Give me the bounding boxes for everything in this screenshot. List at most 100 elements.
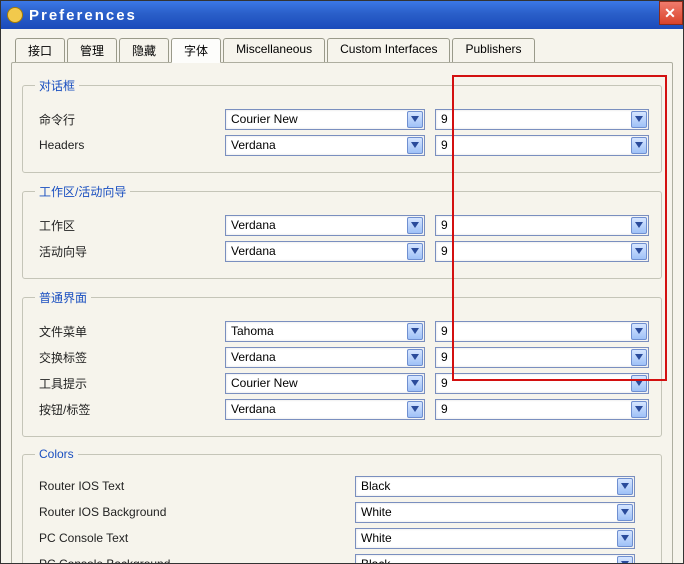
row-cmdline: 命令行 Courier New 9 (35, 108, 649, 130)
select-workspace-font[interactable]: Verdana (225, 215, 425, 236)
select-buttonlabel-font[interactable]: Verdana (225, 399, 425, 420)
select-activity-font[interactable]: Verdana (225, 241, 425, 262)
select-cmdline-font[interactable]: Courier New (225, 109, 425, 130)
label-activity: 活动向导 (35, 243, 225, 260)
label-workspace: 工作区 (35, 217, 225, 234)
label-buttonlabel: 按钮/标签 (35, 401, 225, 418)
row-switchtab: 交换标签 Verdana 9 (35, 346, 649, 368)
close-icon: ✕ (664, 5, 678, 22)
tab-manage[interactable]: 管理 (67, 38, 117, 63)
client-area: 接口 管理 隐藏 字体 Miscellaneous Custom Interfa… (1, 29, 683, 563)
select-pc-text[interactable]: White (355, 528, 635, 549)
select-value: Courier New (231, 376, 298, 390)
select-value: Black (361, 557, 390, 564)
titlebar[interactable]: Preferences ✕ (1, 1, 683, 29)
label-pc-bg: PC Console Background (35, 557, 355, 564)
group-general: 普通界面 文件菜单 Tahoma 9 交换标签 Verdana (22, 289, 662, 437)
chevron-down-icon (407, 111, 423, 128)
chevron-down-icon (407, 349, 423, 366)
select-value: Tahoma (231, 324, 274, 338)
select-value: 9 (441, 324, 448, 338)
label-filemenu: 文件菜单 (35, 323, 225, 340)
row-tooltip: 工具提示 Courier New 9 (35, 372, 649, 394)
chevron-down-icon (631, 323, 647, 340)
tab-publishers[interactable]: Publishers (452, 38, 534, 63)
chevron-down-icon (631, 349, 647, 366)
chevron-down-icon (407, 375, 423, 392)
chevron-down-icon (617, 478, 633, 495)
chevron-down-icon (631, 217, 647, 234)
row-router-text: Router IOS Text Black (35, 475, 649, 497)
select-router-bg[interactable]: White (355, 502, 635, 523)
select-value: White (361, 505, 392, 519)
select-activity-size[interactable]: 9 (435, 241, 649, 262)
tab-interface[interactable]: 接口 (15, 38, 65, 63)
select-value: Verdana (231, 350, 276, 364)
select-workspace-size[interactable]: 9 (435, 215, 649, 236)
chevron-down-icon (631, 243, 647, 260)
select-switchtab-size[interactable]: 9 (435, 347, 649, 368)
select-filemenu-size[interactable]: 9 (435, 321, 649, 342)
row-pc-text: PC Console Text White (35, 527, 649, 549)
select-pc-bg[interactable]: Black (355, 554, 635, 564)
select-buttonlabel-size[interactable]: 9 (435, 399, 649, 420)
select-value: 9 (441, 218, 448, 232)
label-pc-text: PC Console Text (35, 531, 355, 545)
group-dialog: 对话框 命令行 Courier New 9 Headers Verdan (22, 77, 662, 173)
row-pc-bg: PC Console Background Black (35, 553, 649, 564)
label-cmdline: 命令行 (35, 111, 225, 128)
label-switchtab: 交换标签 (35, 349, 225, 366)
row-headers: Headers Verdana 9 (35, 134, 649, 156)
chevron-down-icon (407, 401, 423, 418)
chevron-down-icon (617, 556, 633, 564)
label-headers: Headers (35, 138, 225, 152)
window-title: Preferences (29, 7, 137, 24)
preferences-window: Preferences ✕ 接口 管理 隐藏 字体 Miscellaneous … (0, 0, 684, 564)
chevron-down-icon (617, 530, 633, 547)
chevron-down-icon (617, 504, 633, 521)
group-general-legend: 普通界面 (35, 289, 91, 306)
select-value: 9 (441, 350, 448, 364)
select-value: Verdana (231, 402, 276, 416)
group-colors: Colors Router IOS Text Black Router IOS … (22, 447, 662, 564)
select-headers-size[interactable]: 9 (435, 135, 649, 156)
tab-hide[interactable]: 隐藏 (119, 38, 169, 63)
tab-custom-interfaces[interactable]: Custom Interfaces (327, 38, 450, 63)
tab-bar: 接口 管理 隐藏 字体 Miscellaneous Custom Interfa… (11, 37, 673, 62)
select-value: Black (361, 479, 390, 493)
select-tooltip-font[interactable]: Courier New (225, 373, 425, 394)
chevron-down-icon (631, 401, 647, 418)
select-cmdline-size[interactable]: 9 (435, 109, 649, 130)
group-workspace-legend: 工作区/活动向导 (35, 183, 130, 200)
label-router-text: Router IOS Text (35, 479, 355, 493)
chevron-down-icon (407, 217, 423, 234)
select-router-text[interactable]: Black (355, 476, 635, 497)
group-dialog-legend: 对话框 (35, 77, 79, 94)
group-workspace: 工作区/活动向导 工作区 Verdana 9 活动向导 Verdana (22, 183, 662, 279)
select-tooltip-size[interactable]: 9 (435, 373, 649, 394)
tab-misc[interactable]: Miscellaneous (223, 38, 325, 63)
chevron-down-icon (407, 243, 423, 260)
row-router-bg: Router IOS Background White (35, 501, 649, 523)
tab-panel: 对话框 命令行 Courier New 9 Headers Verdan (11, 62, 673, 564)
select-value: 9 (441, 112, 448, 126)
chevron-down-icon (631, 375, 647, 392)
row-filemenu: 文件菜单 Tahoma 9 (35, 320, 649, 342)
row-buttonlabel: 按钮/标签 Verdana 9 (35, 398, 649, 420)
select-headers-font[interactable]: Verdana (225, 135, 425, 156)
select-value: Verdana (231, 244, 276, 258)
select-value: 9 (441, 402, 448, 416)
chevron-down-icon (631, 137, 647, 154)
tab-fonts[interactable]: 字体 (171, 38, 221, 63)
select-value: 9 (441, 376, 448, 390)
close-button[interactable]: ✕ (659, 1, 683, 25)
select-filemenu-font[interactable]: Tahoma (225, 321, 425, 342)
select-value: White (361, 531, 392, 545)
app-icon (7, 7, 23, 23)
chevron-down-icon (407, 323, 423, 340)
group-colors-legend: Colors (35, 447, 78, 461)
select-value: Verdana (231, 138, 276, 152)
row-workspace: 工作区 Verdana 9 (35, 214, 649, 236)
select-switchtab-font[interactable]: Verdana (225, 347, 425, 368)
select-value: 9 (441, 138, 448, 152)
